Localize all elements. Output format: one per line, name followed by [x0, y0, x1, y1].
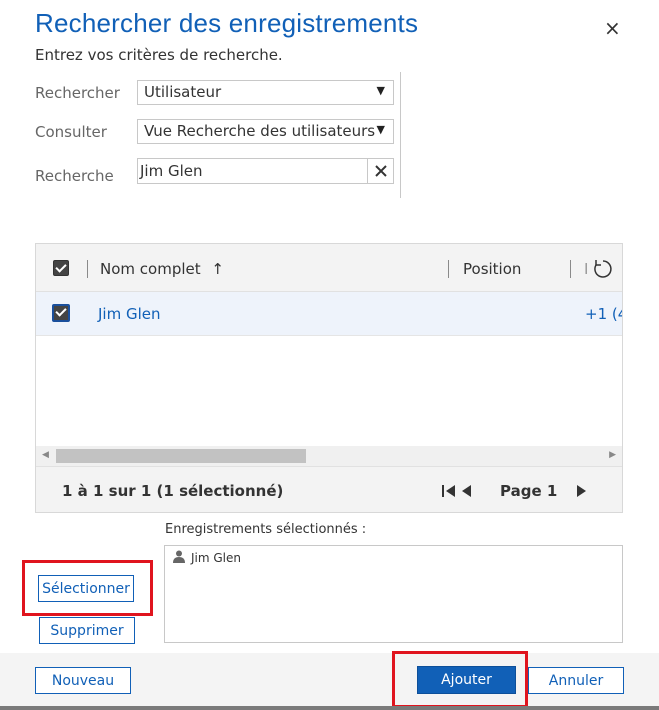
list-item[interactable]: Jim Glen [173, 550, 241, 566]
cancel-button[interactable]: Annuler [528, 667, 624, 694]
next-page-icon[interactable] [576, 483, 588, 503]
column-header-position[interactable]: Position [463, 260, 521, 278]
column-header-full-name[interactable]: Nom complet ↑ [100, 260, 224, 278]
search-input[interactable]: Jim Glen [137, 158, 394, 184]
grid-header: Nom complet ↑ Position I [36, 244, 622, 292]
bottom-border [0, 706, 659, 710]
previous-page-icon[interactable] [460, 483, 472, 503]
clear-search-icon[interactable] [367, 159, 393, 183]
column-header-phone[interactable]: I [584, 260, 588, 278]
user-icon [173, 550, 185, 566]
scroll-right-icon[interactable]: ▶ [609, 450, 616, 460]
row-checkbox[interactable] [52, 304, 70, 322]
record-count: 1 à 1 sur 1 (1 sélectionné) [62, 482, 284, 500]
view-select[interactable]: Vue Recherche des utilisateurs ▼ [137, 119, 394, 144]
view-value: Vue Recherche des utilisateurs [144, 122, 376, 140]
form-divider [400, 72, 401, 198]
row-phone: +1 (4 [585, 305, 622, 323]
column-divider [87, 260, 88, 278]
dialog-subtitle: Entrez vos critères de recherche. [35, 46, 283, 64]
scrollbar-thumb[interactable] [56, 449, 306, 463]
scroll-left-icon[interactable]: ◀ [42, 450, 49, 460]
dropdown-arrow-icon: ▼ [376, 84, 385, 97]
look-for-label: Rechercher [35, 84, 120, 102]
dialog-title: Rechercher des enregistrements [35, 8, 419, 38]
selected-records-list[interactable]: Jim Glen [164, 545, 623, 643]
select-button[interactable]: Sélectionner [38, 575, 134, 602]
page-number: Page 1 [500, 482, 558, 500]
refresh-icon[interactable] [592, 258, 614, 284]
dropdown-arrow-icon: ▼ [376, 123, 385, 136]
results-grid: Nom complet ↑ Position I Jim Glen +1 (4 … [35, 243, 623, 513]
sort-ascending-icon: ↑ [211, 260, 224, 278]
search-label: Recherche [35, 167, 114, 185]
look-for-value: Utilisateur [144, 83, 222, 101]
column-divider [448, 260, 449, 278]
add-button[interactable]: Ajouter [417, 666, 516, 694]
first-page-icon[interactable] [441, 483, 457, 503]
look-for-select[interactable]: Utilisateur ▼ [137, 80, 394, 105]
search-value: Jim Glen [140, 162, 203, 180]
selected-item-label: Jim Glen [191, 551, 241, 565]
new-button[interactable]: Nouveau [35, 667, 131, 694]
selected-records-label: Enregistrements sélectionnés : [165, 522, 367, 537]
close-icon[interactable]: × [604, 18, 621, 38]
remove-button[interactable]: Supprimer [39, 617, 135, 644]
row-full-name-link[interactable]: Jim Glen [98, 305, 161, 323]
select-all-checkbox[interactable] [53, 260, 69, 276]
view-label: Consulter [35, 123, 107, 141]
column-divider [570, 260, 571, 278]
grid-footer: 1 à 1 sur 1 (1 sélectionné) Page 1 [36, 466, 622, 512]
table-row[interactable]: Jim Glen +1 (4 [36, 292, 622, 336]
horizontal-scrollbar[interactable]: ◀ ▶ [36, 446, 622, 466]
